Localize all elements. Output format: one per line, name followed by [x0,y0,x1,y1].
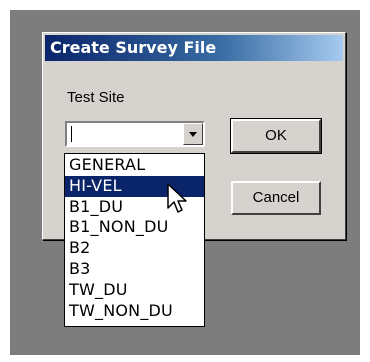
dropdown-item-tw-du[interactable]: TW_DU [65,280,204,301]
mouse-pointer-icon [167,183,187,213]
dropdown-item-b2[interactable]: B2 [65,238,204,259]
test-site-combobox[interactable] [65,121,205,147]
dialog-title-bar[interactable]: Create Survey File [45,35,343,61]
dropdown-item-tw-non-du[interactable]: TW_NON_DU [65,301,204,322]
dropdown-item-b1-non-du[interactable]: B1_NON_DU [65,217,204,238]
dropdown-item-b3[interactable]: B3 [65,259,204,280]
cancel-button[interactable]: Cancel [231,181,321,215]
chevron-down-icon [189,132,197,137]
test-site-label: Test Site [67,89,125,106]
test-site-dropdown-list: GENERAL HI-VEL B1_DU B1_NON_DU B2 B3 TW_… [64,153,205,327]
ok-button[interactable]: OK [230,118,322,154]
text-caret [71,126,72,142]
dialog-title: Create Survey File [50,38,217,57]
dropdown-button[interactable] [183,123,203,145]
dropdown-item-general[interactable]: GENERAL [65,155,204,176]
